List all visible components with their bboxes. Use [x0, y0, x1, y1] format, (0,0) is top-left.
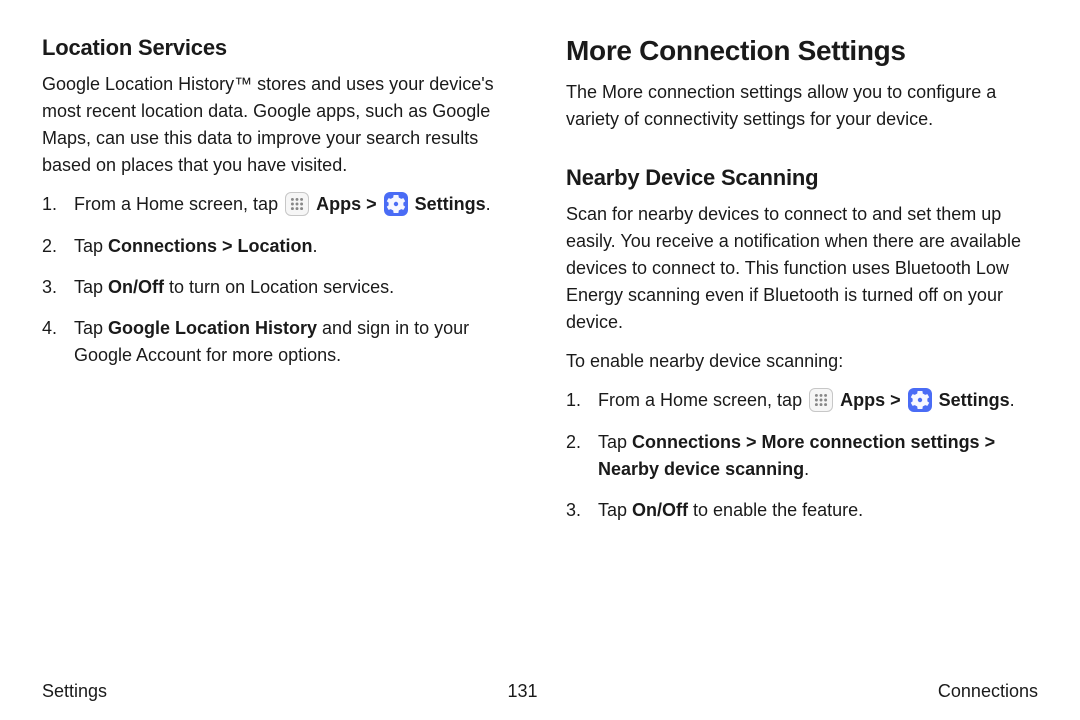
- step-text: From a Home screen, tap: [598, 390, 807, 410]
- list-item: Tap Connections > More connection settin…: [566, 429, 1038, 483]
- apps-label: Apps: [840, 390, 885, 410]
- more-connection-heading: More Connection Settings: [566, 35, 1038, 67]
- page-number: 131: [507, 681, 537, 702]
- list-item: Tap On/Off to turn on Location services.: [42, 274, 514, 301]
- step-text: Tap: [598, 432, 632, 452]
- step-suffix: to enable the feature.: [688, 500, 863, 520]
- settings-label: Settings: [415, 194, 486, 214]
- settings-label: Settings: [939, 390, 1010, 410]
- more-connection-intro: The More connection settings allow you t…: [566, 79, 1038, 133]
- footer: Settings 131 Connections: [42, 681, 1038, 702]
- step-text: Tap: [74, 277, 108, 297]
- step-bold: On/Off: [108, 277, 164, 297]
- list-item: Tap Connections > Location.: [42, 233, 514, 260]
- step-text: Tap: [74, 236, 108, 256]
- location-services-heading: Location Services: [42, 35, 514, 61]
- period: .: [804, 459, 809, 479]
- nearby-scanning-heading: Nearby Device Scanning: [566, 165, 1038, 191]
- left-column: Location Services Google Location Histor…: [42, 35, 514, 538]
- step-bold: Google Location History: [108, 318, 317, 338]
- list-item: From a Home screen, tap Apps > Settings.: [566, 387, 1038, 415]
- step-text: From a Home screen, tap: [74, 194, 283, 214]
- footer-left: Settings: [42, 681, 107, 702]
- nearby-scanning-enable: To enable nearby device scanning:: [566, 348, 1038, 375]
- separator: >: [885, 390, 906, 410]
- apps-label: Apps: [316, 194, 361, 214]
- step-bold: Connections > More connection settings >…: [598, 432, 995, 479]
- list-item: Tap On/Off to enable the feature.: [566, 497, 1038, 524]
- step-bold: On/Off: [632, 500, 688, 520]
- nearby-scanning-steps: From a Home screen, tap Apps > Settings.…: [566, 387, 1038, 524]
- apps-icon: [285, 192, 309, 216]
- location-services-intro: Google Location History™ stores and uses…: [42, 71, 514, 179]
- settings-icon: [908, 388, 932, 412]
- period: .: [486, 194, 491, 214]
- location-services-steps: From a Home screen, tap Apps > Settings.…: [42, 191, 514, 369]
- list-item: From a Home screen, tap Apps > Settings.: [42, 191, 514, 219]
- period: .: [313, 236, 318, 256]
- step-text: Tap: [74, 318, 108, 338]
- step-text: Tap: [598, 500, 632, 520]
- step-suffix: to turn on Location services.: [164, 277, 394, 297]
- step-bold: Connections > Location: [108, 236, 313, 256]
- footer-right: Connections: [938, 681, 1038, 702]
- list-item: Tap Google Location History and sign in …: [42, 315, 514, 369]
- nearby-scanning-desc: Scan for nearby devices to connect to an…: [566, 201, 1038, 336]
- right-column: More Connection Settings The More connec…: [566, 35, 1038, 538]
- settings-icon: [384, 192, 408, 216]
- period: .: [1010, 390, 1015, 410]
- separator: >: [361, 194, 382, 214]
- apps-icon: [809, 388, 833, 412]
